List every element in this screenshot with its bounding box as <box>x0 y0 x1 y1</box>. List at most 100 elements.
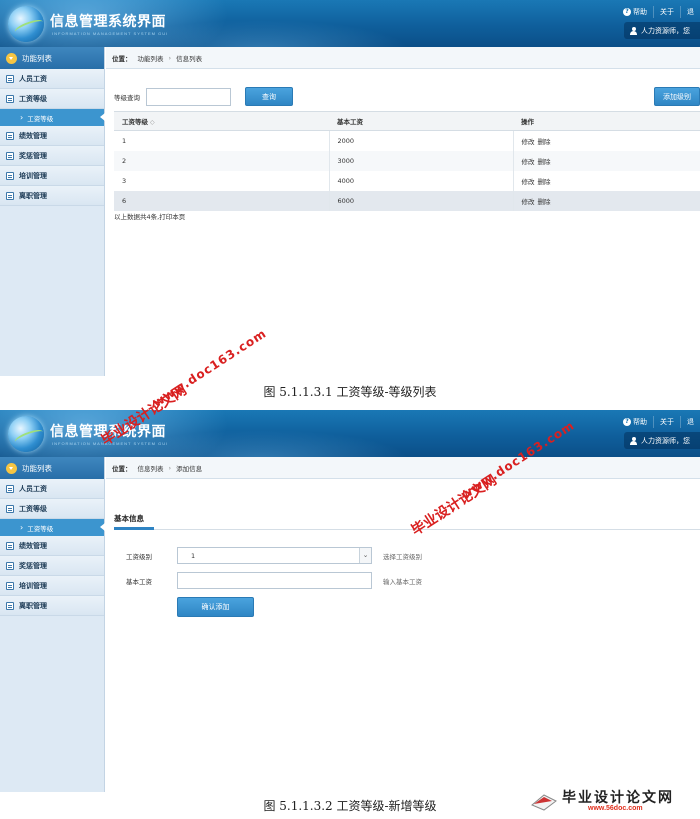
main-content: 位置： 功能列表 › 信息列表 等级查询 查询 添加级别 工资等级 ◇ 基本工资 … <box>106 47 700 376</box>
column-header-salary: 基本工资 <box>329 111 513 131</box>
breadcrumb-item[interactable]: 信息列表 <box>138 463 164 473</box>
column-header-level[interactable]: 工资等级 ◇ <box>114 111 329 131</box>
search-input[interactable] <box>146 87 231 106</box>
top-nav: ? 帮助 关于 退 <box>617 415 700 429</box>
document-icon <box>6 191 14 200</box>
chevron-down-icon: ⌄ <box>359 548 371 563</box>
delete-link[interactable]: 删除 <box>538 178 551 186</box>
salary-row: 基本工资 输入基本工资 <box>126 572 422 589</box>
sidebar-item-performance[interactable]: 绩效管理 <box>0 536 104 556</box>
delete-link[interactable]: 删除 <box>538 198 551 206</box>
add-level-button[interactable]: 添加级别 <box>654 87 700 106</box>
book-icon <box>531 794 557 811</box>
sidebar-item-training[interactable]: 培训管理 <box>0 166 104 186</box>
sidebar-item-salary-level[interactable]: 工资等级 <box>0 499 104 519</box>
edit-icon <box>6 541 14 550</box>
sidebar-item-resignation[interactable]: 离职管理 <box>0 186 104 206</box>
confirm-add-button[interactable]: 确认添加 <box>177 597 254 617</box>
table-row: 3 4000 修改 删除 <box>114 170 700 191</box>
sidebar-head[interactable]: 功能列表 <box>0 457 104 479</box>
chat-icon <box>6 504 14 513</box>
list-icon <box>6 74 14 83</box>
search-button[interactable]: 查询 <box>245 87 293 106</box>
sidebar-item-rewards[interactable]: 奖惩管理 <box>0 146 104 166</box>
user-icon <box>630 436 637 445</box>
section-title: 基本信息 <box>114 514 144 523</box>
salary-hint: 输入基本工资 <box>383 577 422 586</box>
breadcrumb: 位置： 功能列表 › 信息列表 <box>106 47 700 69</box>
user-icon <box>630 26 637 35</box>
app-logo-icon <box>8 416 44 452</box>
level-hint: 选择工资级别 <box>383 552 422 561</box>
level-row: 工资级别 1 ⌄ 选择工资级别 <box>126 547 422 564</box>
edit-link[interactable]: 修改 <box>522 158 535 166</box>
breadcrumb: 位置： 信息列表 › 添加信息 <box>106 457 700 479</box>
sidebar-item-training[interactable]: 培训管理 <box>0 576 104 596</box>
breadcrumb-item[interactable]: 功能列表 <box>138 53 164 63</box>
sidebar-item-salary-level[interactable]: 工资等级 <box>0 89 104 109</box>
salary-label: 基本工资 <box>126 577 152 586</box>
app-subtitle: INFORMATION MANAGEMENT SYSTEM GUI <box>52 31 169 36</box>
search-label: 等级查询 <box>114 93 140 102</box>
document-icon <box>6 581 14 590</box>
edit-link[interactable]: 修改 <box>522 138 535 146</box>
table-row: 1 2000 修改 删除 <box>114 130 700 151</box>
breadcrumb-item[interactable]: 信息列表 <box>176 53 202 63</box>
screenshot-level-list: 信息管理系统界面 INFORMATION MANAGEMENT SYSTEM G… <box>0 0 700 376</box>
delete-link[interactable]: 删除 <box>538 138 551 146</box>
level-label: 工资级别 <box>126 552 152 561</box>
logout-link[interactable]: 退 <box>680 6 700 18</box>
sidebar-item-resignation[interactable]: 离职管理 <box>0 596 104 616</box>
edit-link[interactable]: 修改 <box>522 178 535 186</box>
breadcrumb-item[interactable]: 添加信息 <box>176 463 202 473</box>
brand-logo: 毕业设计论文网 www.56doc.com <box>526 787 696 817</box>
brand-url: www.56doc.com <box>588 805 643 812</box>
about-link[interactable]: 关于 <box>653 6 680 18</box>
chevron-down-icon <box>6 52 17 64</box>
app-header: 信息管理系统界面 INFORMATION MANAGEMENT SYSTEM G… <box>0 0 700 47</box>
level-select[interactable]: 1 ⌄ <box>177 547 372 564</box>
app-logo-icon <box>8 6 44 42</box>
delete-link[interactable]: 删除 <box>538 158 551 166</box>
level-table: 工资等级 ◇ 基本工资 操作 1 2000 修改 删除 2 3000 修改 删除 3 <box>114 111 700 211</box>
sidebar-subitem-salary-level[interactable]: 工资等级 <box>0 519 105 536</box>
salary-input[interactable] <box>177 572 372 589</box>
chat-icon <box>6 94 14 103</box>
sort-icon[interactable]: ◇ <box>150 119 155 126</box>
sidebar-item-staff-salary[interactable]: 人员工资 <box>0 479 104 499</box>
app-header: 信息管理系统界面 INFORMATION MANAGEMENT SYSTEM G… <box>0 410 700 457</box>
app-title: 信息管理系统界面 <box>50 424 166 440</box>
app-title: 信息管理系统界面 <box>50 14 166 30</box>
edit-icon <box>6 131 14 140</box>
app-subtitle: INFORMATION MANAGEMENT SYSTEM GUI <box>52 441 169 446</box>
table-footer: 以上数据共4条,打印本页 <box>114 213 186 221</box>
search-row: 等级查询 查询 <box>114 87 293 106</box>
column-header-actions: 操作 <box>513 111 700 131</box>
document-icon <box>6 171 14 180</box>
help-link[interactable]: ? 帮助 <box>617 6 653 18</box>
sidebar: 功能列表 人员工资 工资等级 工资等级 绩效管理 奖惩管理 培训管理 离职管理 <box>0 47 105 376</box>
sidebar-item-performance[interactable]: 绩效管理 <box>0 126 104 146</box>
edit-icon <box>6 151 14 160</box>
logout-link[interactable]: 退 <box>680 416 700 428</box>
about-link[interactable]: 关于 <box>653 416 680 428</box>
brand-text: 毕业设计论文网 <box>562 790 674 806</box>
edit-link[interactable]: 修改 <box>522 198 535 206</box>
figure-caption-1: 图 5.1.1.3.1 工资等级-等级列表 <box>263 385 437 399</box>
table-row: 6 6000 修改 删除 <box>114 190 700 211</box>
sidebar-head[interactable]: 功能列表 <box>0 47 104 69</box>
help-icon: ? <box>623 8 631 16</box>
user-bar[interactable]: 人力资源师，您 <box>624 22 700 39</box>
chevron-down-icon <box>6 462 17 474</box>
edit-icon <box>6 561 14 570</box>
sidebar-subitem-salary-level[interactable]: 工资等级 <box>0 109 105 126</box>
user-bar[interactable]: 人力资源师，您 <box>624 432 700 449</box>
sidebar-item-staff-salary[interactable]: 人员工资 <box>0 69 104 89</box>
main-content: 位置： 信息列表 › 添加信息 基本信息 工资级别 1 ⌄ 选择工资级别 基本工… <box>106 457 700 792</box>
divider <box>114 529 700 530</box>
document-icon <box>6 601 14 610</box>
help-icon: ? <box>623 418 631 426</box>
sidebar-item-rewards[interactable]: 奖惩管理 <box>0 556 104 576</box>
help-link[interactable]: ? 帮助 <box>617 416 653 428</box>
list-icon <box>6 484 14 493</box>
